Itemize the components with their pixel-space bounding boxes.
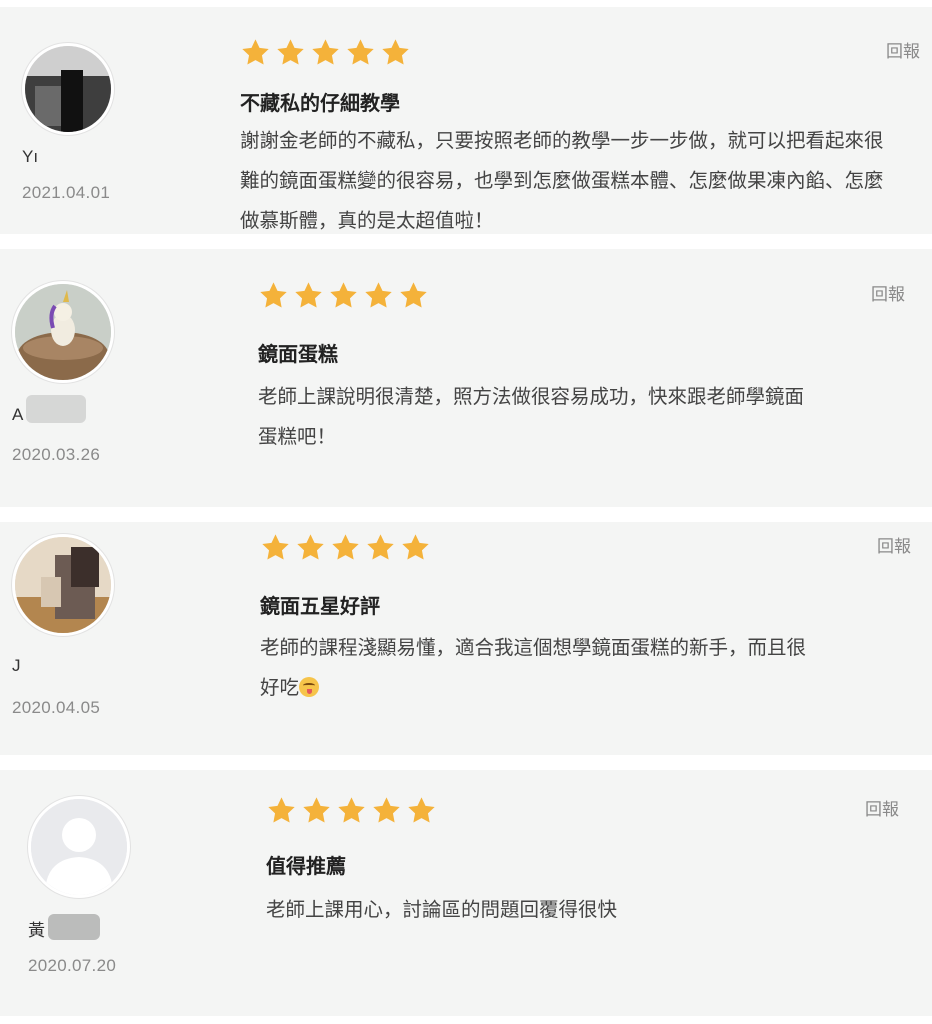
review-date: 2020.07.20 [28, 956, 117, 975]
reviewer-name: J [12, 656, 21, 675]
review-date: 2020.04.05 [12, 698, 101, 717]
reviewer-name: 黃 [28, 921, 45, 940]
star-icon [330, 532, 361, 563]
review-title: 值得推薦 [266, 854, 346, 878]
star-icon [406, 795, 437, 826]
star-icon [258, 280, 289, 311]
name-redaction [26, 395, 86, 423]
star-icon [275, 37, 306, 68]
review-card: A 2020.03.26 鏡面蛋糕 老師上課說明很清楚，照方法做很容易成功，快來… [0, 249, 932, 507]
star-icon [266, 795, 297, 826]
review-title: 鏡面蛋糕 [258, 342, 338, 366]
rating-stars [240, 37, 411, 68]
review-card: 黃 2020.07.20 值得推薦 老師上課用心，討論區的問題回覆得很快 回報 [0, 770, 932, 1016]
star-icon [363, 280, 394, 311]
review-body: 老師上課說明很清楚，照方法做很容易成功，快來跟老師學鏡面 蛋糕吧！ [258, 385, 805, 448]
star-icon [345, 37, 376, 68]
rating-stars [266, 795, 437, 826]
review-body: 老師上課用心，討論區的問題回覆得很快 [266, 898, 618, 921]
report-link[interactable]: 回報 [886, 37, 920, 62]
rating-stars [258, 280, 429, 311]
star-icon [260, 532, 291, 563]
reviewer-avatar [12, 534, 114, 636]
star-icon [400, 532, 431, 563]
default-user-icon [31, 799, 127, 895]
reviewer-name: Yı [22, 147, 39, 166]
name-redaction [48, 914, 100, 940]
star-icon [295, 532, 326, 563]
review-date: 2021.04.01 [22, 183, 111, 202]
rating-stars [260, 532, 431, 563]
report-link[interactable]: 回報 [877, 532, 911, 557]
star-icon [240, 37, 271, 68]
star-icon [398, 280, 429, 311]
yum-face-emoji-icon [299, 677, 320, 697]
review-date: 2020.03.26 [12, 445, 101, 464]
review-card: J 2020.04.05 鏡面五星好評 老師的課程淺顯易懂，適合我這個想學鏡面蛋… [0, 522, 932, 755]
reviewer-name: A [12, 405, 24, 424]
star-icon [371, 795, 402, 826]
report-link[interactable]: 回報 [871, 280, 905, 305]
reviewer-avatar [22, 43, 114, 135]
report-link[interactable]: 回報 [865, 795, 899, 820]
star-icon [380, 37, 411, 68]
review-body: 老師的課程淺顯易懂，適合我這個想學鏡面蛋糕的新手，而且很 好吃 [260, 636, 807, 699]
star-icon [336, 795, 367, 826]
star-icon [328, 280, 359, 311]
review-body: 謝謝金老師的不藏私，只要按照老師的教學一步一步做，就可以把看起來很 難的鏡面蛋糕… [240, 129, 884, 232]
star-icon [293, 280, 324, 311]
star-icon [301, 795, 332, 826]
reviewer-avatar [12, 281, 114, 383]
review-title: 不藏私的仔細教學 [240, 91, 400, 115]
reviewer-avatar [28, 796, 130, 898]
star-icon [365, 532, 396, 563]
review-title: 鏡面五星好評 [260, 594, 380, 618]
star-icon [310, 37, 341, 68]
review-card: Yı 2021.04.01 不藏私的仔細教學 謝謝金老師的不藏私，只要按照老師的… [0, 7, 932, 234]
